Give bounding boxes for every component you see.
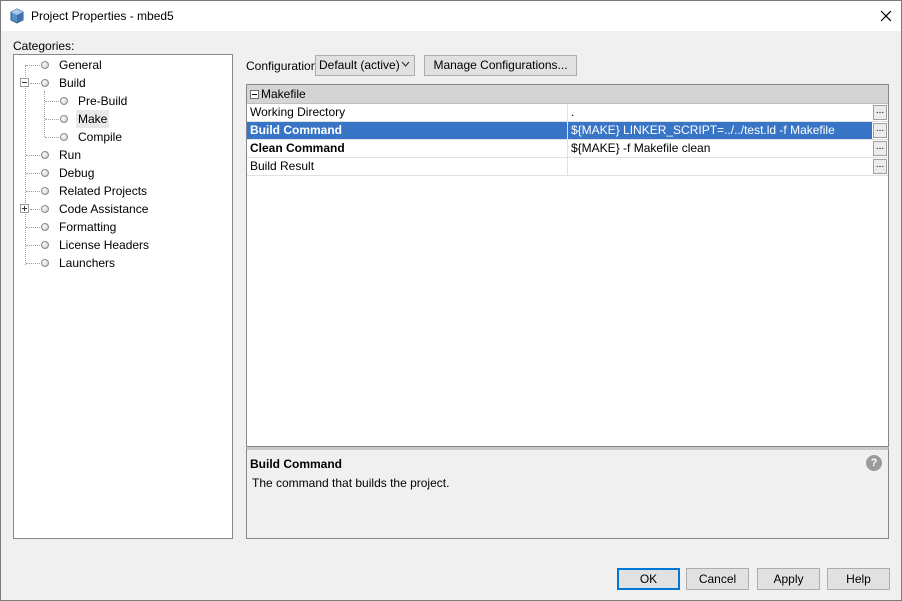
category-pre-build[interactable]: Pre-Build xyxy=(76,92,129,110)
close-button[interactable] xyxy=(871,1,901,31)
help-button[interactable]: Help xyxy=(827,568,890,590)
property-name: Build Command xyxy=(247,122,568,139)
category-related-projects[interactable]: Related Projects xyxy=(57,182,149,200)
tree-connector xyxy=(45,101,59,102)
categories-label: Categories: xyxy=(13,39,75,53)
title-bar: Project Properties - mbed5 xyxy=(1,1,901,31)
tree-connector xyxy=(26,155,42,156)
categories-tree[interactable]: General Build Pre-Build Make Compile Run… xyxy=(13,54,233,539)
property-edit-button[interactable]: ... xyxy=(873,105,887,120)
category-license-headers[interactable]: License Headers xyxy=(57,236,151,254)
node-icon xyxy=(60,97,68,105)
property-group-header[interactable]: Makefile xyxy=(247,85,888,104)
property-value[interactable] xyxy=(568,158,872,175)
tree-connector xyxy=(26,191,42,192)
close-icon xyxy=(880,10,892,22)
tree-connector xyxy=(26,245,42,246)
tree-connector xyxy=(26,173,42,174)
property-sheet: Makefile Working Directory . ... Build C… xyxy=(246,84,889,447)
property-value[interactable]: . xyxy=(568,104,872,121)
property-name: Working Directory xyxy=(247,104,568,121)
collapse-toggle-icon[interactable] xyxy=(20,78,29,87)
project-cube-icon xyxy=(10,8,24,24)
collapse-group-icon[interactable] xyxy=(250,90,259,99)
tree-connector xyxy=(45,137,59,138)
tree-connector xyxy=(26,227,42,228)
tree-guide-line xyxy=(25,65,26,265)
node-icon xyxy=(41,205,49,213)
category-run[interactable]: Run xyxy=(57,146,83,164)
configuration-value: Default (active) xyxy=(319,58,400,72)
category-code-assistance[interactable]: Code Assistance xyxy=(57,200,150,218)
tree-guide-line xyxy=(44,91,45,137)
node-icon xyxy=(60,133,68,141)
cancel-button[interactable]: Cancel xyxy=(686,568,749,590)
category-formatting[interactable]: Formatting xyxy=(57,218,118,236)
property-value[interactable]: ${MAKE} -f Makefile clean xyxy=(568,140,872,157)
category-debug[interactable]: Debug xyxy=(57,164,96,182)
configuration-select[interactable]: Default (active) xyxy=(315,55,415,76)
apply-button[interactable]: Apply xyxy=(757,568,820,590)
category-general[interactable]: General xyxy=(57,56,104,74)
project-properties-dialog: Project Properties - mbed5 Categories: G… xyxy=(0,0,902,601)
property-row-clean-command[interactable]: Clean Command ${MAKE} -f Makefile clean … xyxy=(247,140,888,158)
configuration-label: Configuration: xyxy=(246,59,321,73)
tree-connector xyxy=(45,119,59,120)
manage-configurations-button[interactable]: Manage Configurations... xyxy=(424,55,577,76)
property-edit-button[interactable]: ... xyxy=(873,141,887,156)
category-make[interactable]: Make xyxy=(76,110,110,128)
property-group-title: Makefile xyxy=(261,87,306,101)
node-icon xyxy=(41,259,49,267)
category-build[interactable]: Build xyxy=(57,74,88,92)
node-icon xyxy=(41,151,49,159)
property-row-build-result[interactable]: Build Result ... xyxy=(247,158,888,176)
ok-button[interactable]: OK xyxy=(617,568,680,590)
node-icon xyxy=(60,115,68,123)
category-compile[interactable]: Compile xyxy=(76,128,124,146)
node-icon xyxy=(41,169,49,177)
node-icon xyxy=(41,241,49,249)
node-icon xyxy=(41,61,49,69)
window-title: Project Properties - mbed5 xyxy=(31,9,174,23)
chevron-down-icon xyxy=(401,61,410,67)
property-edit-button[interactable]: ... xyxy=(873,159,887,174)
property-row-build-command[interactable]: Build Command ${MAKE} LINKER_SCRIPT=../.… xyxy=(247,122,888,140)
property-edit-button[interactable]: ... xyxy=(873,123,887,138)
node-icon xyxy=(41,187,49,195)
tree-connector xyxy=(26,263,42,264)
expand-toggle-icon[interactable] xyxy=(20,204,29,213)
node-icon xyxy=(41,223,49,231)
description-pane: Build Command The command that builds th… xyxy=(246,447,889,539)
node-icon xyxy=(41,79,49,87)
description-title: Build Command xyxy=(250,457,342,471)
category-launchers[interactable]: Launchers xyxy=(57,254,117,272)
property-name: Clean Command xyxy=(247,140,568,157)
tree-connector xyxy=(26,65,42,66)
property-name: Build Result xyxy=(247,158,568,175)
help-icon[interactable]: ? xyxy=(866,455,882,471)
property-row-working-directory[interactable]: Working Directory . ... xyxy=(247,104,888,122)
description-text: The command that builds the project. xyxy=(252,476,450,490)
property-value[interactable]: ${MAKE} LINKER_SCRIPT=../../test.ld -f M… xyxy=(568,122,872,139)
